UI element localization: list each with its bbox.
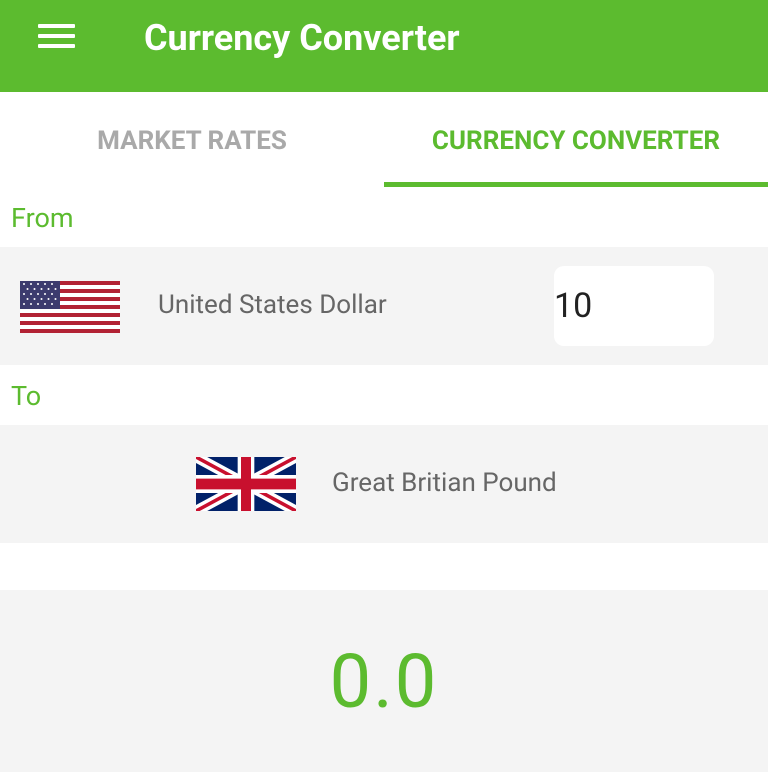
amount-field[interactable] — [554, 266, 714, 346]
amount-input[interactable] — [554, 266, 714, 346]
tab-currency-converter[interactable]: CURRENCY CONVERTER — [384, 92, 768, 188]
converted-result: 0.0 — [329, 639, 439, 726]
app-title: Currency Converter — [144, 17, 460, 59]
active-tab-indicator — [384, 182, 768, 187]
uk-flag-icon[interactable] — [196, 457, 296, 511]
to-label: To — [11, 380, 42, 412]
to-currency-name[interactable]: Great Britian Pound — [332, 468, 557, 498]
hamburger-menu-icon[interactable] — [38, 24, 76, 50]
us-flag-icon[interactable] — [20, 281, 120, 333]
from-currency-name[interactable]: United States Dollar — [158, 290, 387, 320]
app-bar: Currency Converter — [0, 0, 768, 92]
tab-market-rates[interactable]: MARKET RATES — [0, 92, 384, 188]
from-label: From — [11, 202, 74, 234]
tab-bar: MARKET RATES CURRENCY CONVERTER — [0, 92, 768, 188]
